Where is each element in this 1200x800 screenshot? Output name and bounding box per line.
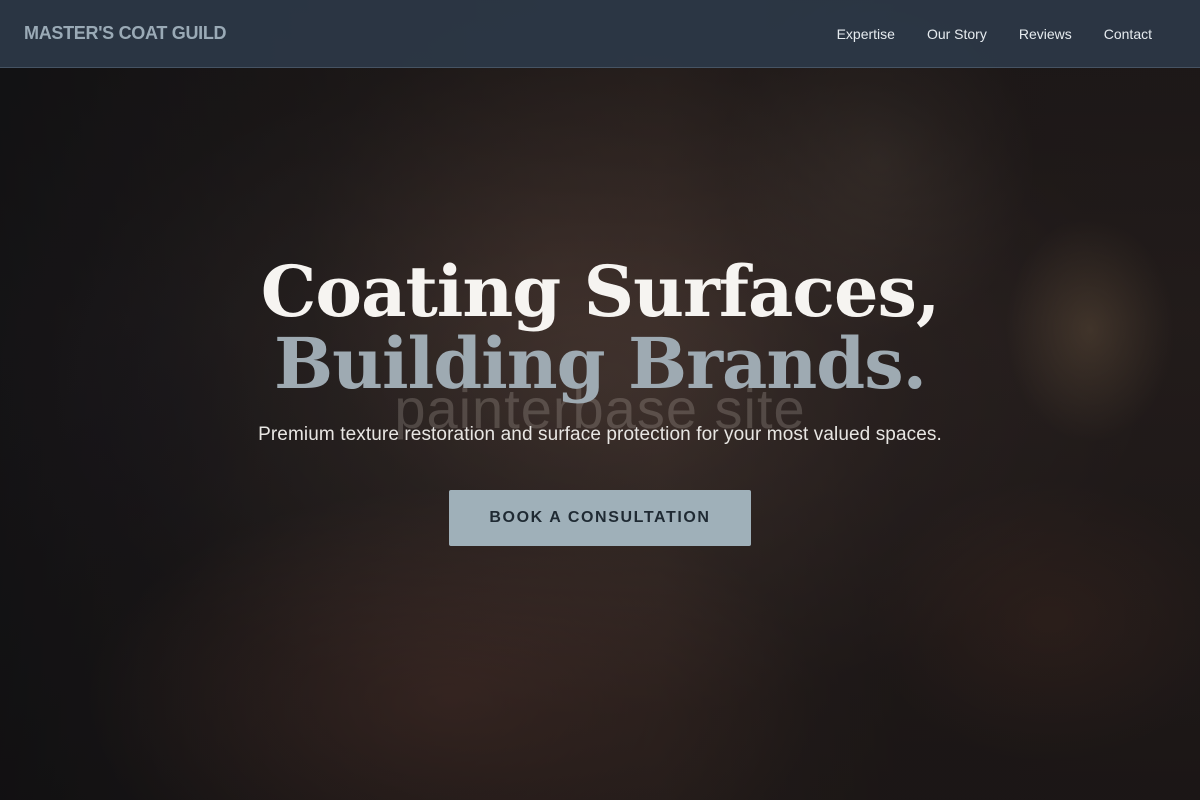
main-nav: Expertise Our Story Reviews Contact bbox=[837, 26, 1176, 42]
hero-subtitle: Premium texture restoration and surface … bbox=[258, 424, 942, 445]
site-logo[interactable]: MASTER'S COAT GUILD bbox=[24, 23, 227, 44]
nav-link-reviews[interactable]: Reviews bbox=[1019, 26, 1072, 42]
hero-section: painterbase site Coating Surfaces, Build… bbox=[0, 68, 1200, 800]
hero-headline-line-2: Building Brands. bbox=[273, 322, 927, 405]
hero-headline-line-1: Coating Surfaces, bbox=[260, 250, 941, 333]
nav-link-expertise[interactable]: Expertise bbox=[837, 26, 895, 42]
book-consultation-button[interactable]: BOOK A CONSULTATION bbox=[449, 490, 751, 546]
site-header: MASTER'S COAT GUILD Expertise Our Story … bbox=[0, 0, 1200, 68]
nav-link-contact[interactable]: Contact bbox=[1104, 26, 1152, 42]
nav-link-our-story[interactable]: Our Story bbox=[927, 26, 987, 42]
